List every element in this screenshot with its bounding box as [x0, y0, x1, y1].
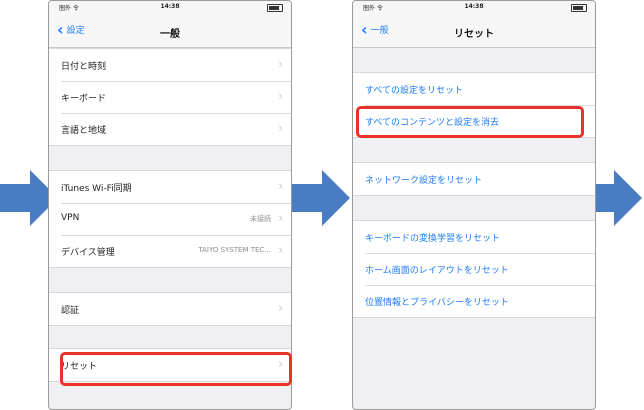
settings-row-language-region[interactable]: 言語と地域 ›	[49, 113, 291, 145]
row-label: 位置情報とプライバシーをリセット	[365, 298, 509, 308]
settings-row-date-time[interactable]: 日付と時刻 ›	[49, 49, 291, 81]
step-arrow-2-icon	[292, 170, 350, 226]
row-label: デバイス管理	[61, 248, 115, 258]
nav-bar: ‹ 設定 一般	[49, 13, 291, 48]
row-label: ネットワーク設定をリセット	[365, 176, 483, 186]
settings-group: iTunes Wi-Fi同期 › VPN 未接続 › デバイス管理 TAIYO …	[49, 170, 291, 268]
settings-row-vpn[interactable]: VPN 未接続 ›	[49, 203, 291, 235]
page-title: 一般	[160, 29, 180, 40]
status-bar: 圏外 令 14:38	[49, 1, 291, 13]
phone-screen-general: 圏外 令 14:38 ‹ 設定 一般 日付と時刻 › キーボード › 言語と地域…	[48, 0, 292, 410]
chevron-right-icon: ›	[278, 89, 283, 103]
chevron-right-icon: ›	[278, 243, 283, 257]
battery-icon	[571, 4, 587, 12]
settings-row-itunes-wifi-sync[interactable]: iTunes Wi-Fi同期 ›	[49, 171, 291, 203]
reset-group: キーボードの変換学習をリセット ホーム画面のレイアウトをリセット 位置情報とプラ…	[353, 220, 595, 318]
row-label: 認証	[61, 306, 80, 316]
reset-location-privacy[interactable]: 位置情報とプライバシーをリセット	[353, 285, 595, 317]
row-label: 日付と時刻	[61, 62, 107, 72]
row-label: キーボードの変換学習をリセット	[365, 234, 501, 244]
reset-all-settings[interactable]: すべての設定をリセット	[353, 73, 595, 105]
clock: 14:38	[160, 3, 180, 10]
settings-row-device-management[interactable]: デバイス管理 TAIYO SYSTEM TEC... ›	[49, 235, 291, 267]
status-bar: 圏外 令 14:38	[353, 1, 595, 13]
reset-group: ネットワーク設定をリセット	[353, 162, 595, 196]
row-label: VPN	[61, 213, 80, 223]
settings-group: 認証 ›	[49, 292, 291, 326]
reset-home-screen-layout[interactable]: ホーム画面のレイアウトをリセット	[353, 253, 595, 285]
settings-row-keyboard[interactable]: キーボード ›	[49, 81, 291, 113]
chevron-right-icon: ›	[278, 211, 283, 225]
row-label: iTunes Wi-Fi同期	[61, 184, 132, 194]
clock: 14:38	[464, 3, 484, 10]
row-label: ホーム画面のレイアウトをリセット	[365, 266, 509, 276]
phone-screen-reset: 圏外 令 14:38 ‹ 一般 リセット すべての設定をリセット すべてのコンテ…	[352, 0, 596, 410]
row-label: キーボード	[61, 94, 107, 104]
settings-row-certification[interactable]: 認証 ›	[49, 293, 291, 325]
highlight-erase-row	[356, 106, 584, 138]
nav-bar: ‹ 一般 リセット	[353, 13, 595, 48]
chevron-right-icon: ›	[278, 179, 283, 193]
row-label: すべての設定をリセット	[365, 86, 464, 96]
reset-network-settings[interactable]: ネットワーク設定をリセット	[353, 163, 595, 195]
chevron-right-icon: ›	[278, 121, 283, 135]
chevron-right-icon: ›	[278, 57, 283, 71]
battery-icon	[267, 4, 283, 12]
page-title: リセット	[454, 29, 494, 40]
chevron-right-icon: ›	[278, 301, 283, 315]
row-value: TAIYO SYSTEM TEC...	[198, 246, 271, 254]
row-value: 未接続	[250, 215, 271, 223]
settings-group: 日付と時刻 › キーボード › 言語と地域 ›	[49, 48, 291, 146]
reset-keyboard-dictionary[interactable]: キーボードの変換学習をリセット	[353, 221, 595, 253]
highlight-reset-row	[60, 352, 292, 386]
row-label: 言語と地域	[61, 126, 107, 136]
